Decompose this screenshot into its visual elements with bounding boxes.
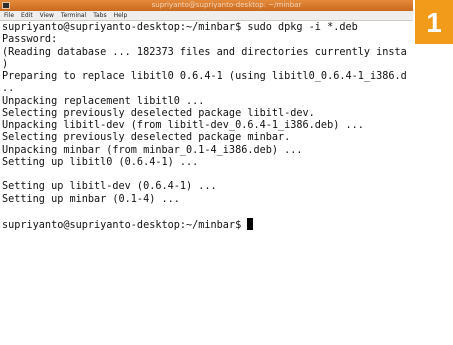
menu-edit[interactable]: Edit	[21, 11, 33, 20]
title-bar[interactable]: supriyanto@supriyanto-desktop: ~/minbar	[0, 0, 453, 11]
screenshot-frame: supriyanto@supriyanto-desktop: ~/minbar …	[0, 0, 453, 345]
terminal-output[interactable]: supriyanto@supriyanto-desktop:~/minbar$ …	[0, 22, 453, 345]
menu-help[interactable]: Help	[114, 11, 128, 20]
terminal-line: Unpacking minbar (from minbar_0.1-4_i386…	[2, 144, 303, 156]
terminal-window: supriyanto@supriyanto-desktop: ~/minbar …	[0, 0, 453, 345]
terminal-prompt-line[interactable]: supriyanto@supriyanto-desktop:~/minbar$	[2, 218, 254, 232]
terminal-prompt: supriyanto@supriyanto-desktop:~/minbar$	[2, 220, 248, 231]
block-cursor	[247, 218, 254, 230]
menu-bar: File Edit View Terminal Tabs Help	[0, 11, 453, 21]
menu-terminal[interactable]: Terminal	[61, 11, 86, 20]
menu-view[interactable]: View	[40, 11, 54, 20]
terminal-line: Unpacking libitl-dev (from libitl-dev_0.…	[2, 120, 364, 131]
terminal-line: Selecting previously deselected package …	[2, 132, 291, 144]
menu-tabs[interactable]: Tabs	[93, 11, 106, 20]
terminal-line: Setting up libitl0 (0.6.4-1) ...	[2, 156, 199, 168]
terminal-line: Setting up minbar (0.1-4) ...	[2, 193, 180, 205]
window-title: supriyanto@supriyanto-desktop: ~/minbar	[151, 1, 302, 9]
terminal-line: Password:	[2, 34, 58, 46]
terminal-line: Setting up libitl-dev (0.6.4-1) ...	[2, 181, 217, 193]
terminal-line: Selecting previously deselected package …	[2, 107, 315, 119]
terminal-line: )	[2, 58, 9, 70]
menu-file[interactable]: File	[4, 11, 14, 20]
terminal-line: ..	[2, 83, 15, 95]
terminal-line: Preparing to replace libitl0 0.6.4-1 (us…	[2, 71, 407, 82]
terminal-line: supriyanto@supriyanto-desktop:~/minbar$ …	[2, 22, 358, 33]
terminal-line: Unpacking replacement libitl0 ...	[2, 95, 205, 107]
terminal-line: (Reading database ... 182373 files and d…	[2, 46, 407, 58]
step-number-badge: 1	[413, 0, 453, 46]
